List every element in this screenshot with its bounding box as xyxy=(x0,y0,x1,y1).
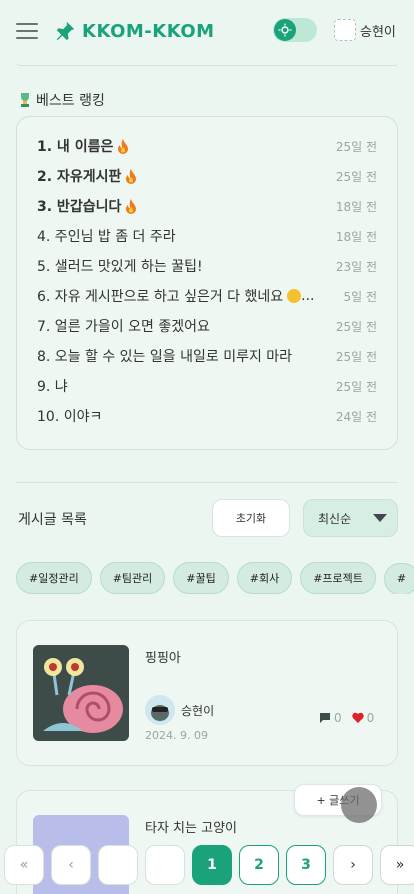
tag-chip[interactable]: #회사 xyxy=(236,562,293,594)
ranking-item-date: 18일 전 xyxy=(335,199,377,214)
ranking-item-title: 10. 이야ㅋ xyxy=(37,406,102,426)
theme-toggle[interactable] xyxy=(273,18,317,42)
ranking-card: 1. 내 이름은 25일 전 2. 자유게시판 25일 전 3. 반갑습니다 18일 전4… xyxy=(16,116,398,450)
trophy-icon xyxy=(21,93,29,107)
post-stats: 0 0 xyxy=(319,711,374,725)
tag-chip[interactable]: #일정관리 xyxy=(16,562,92,594)
ranking-item[interactable]: 9. 냐 25일 전 xyxy=(37,371,377,401)
fire-icon xyxy=(126,168,137,184)
ranking-item[interactable]: 8. 오늘 할 수 있는 일을 내일로 미루지 마라 25일 전 xyxy=(37,341,377,371)
page-placeholder xyxy=(98,845,138,885)
pagination: « ‹ 1 2 3 › » xyxy=(0,836,414,894)
ranking-item-title: 2. 자유게시판 xyxy=(37,166,137,186)
tag-chip[interactable]: # xyxy=(383,562,414,594)
pin-icon xyxy=(56,21,75,41)
ranking-item-date: 23일 전 xyxy=(335,259,377,274)
ranking-item[interactable]: 5. 샐러드 맛있게 하는 꿀팁! 23일 전 xyxy=(37,251,377,281)
ranking-item-date: 18일 전 xyxy=(335,229,377,244)
ranking-item[interactable]: 3. 반갑습니다 18일 전 xyxy=(37,191,377,221)
logo-text: KKOM-KKOM xyxy=(82,20,215,42)
sun-icon xyxy=(274,19,296,41)
post-title: 타자 치는 고양이 xyxy=(145,821,237,836)
ranking-item-text: 1. 내 이름은 xyxy=(37,139,114,155)
tag-list: #일정관리 #팀관리 #꿀팁 #회사 #프로젝트 # xyxy=(16,562,414,594)
ranking-item-text: 9. 냐 xyxy=(37,379,68,395)
post-date: 2024. 9. 09 xyxy=(145,729,208,742)
next-page-button[interactable]: › xyxy=(333,845,373,885)
page-button-2[interactable]: 2 xyxy=(239,845,279,885)
ranking-item-date: 25일 전 xyxy=(335,169,377,184)
ranking-item-date: 25일 전 xyxy=(335,349,377,364)
ranking-item-text: 2. 자유게시판 xyxy=(37,169,122,185)
fire-icon xyxy=(126,198,137,214)
page-placeholder xyxy=(145,845,185,885)
ranking-item-text: 3. 반갑습니다 xyxy=(37,199,122,215)
like-count: 0 xyxy=(366,711,375,725)
author-avatar xyxy=(145,695,175,725)
first-page-button[interactable]: « xyxy=(4,845,44,885)
post-title: 핑핑아 xyxy=(145,651,181,666)
ranking-item-date: 25일 전 xyxy=(335,139,377,154)
ranking-item-text: 5. 샐러드 맛있게 하는 꿀팁! xyxy=(37,259,203,275)
ranking-heading: 베스트 랭킹 xyxy=(18,90,105,110)
section-divider xyxy=(16,482,398,483)
ranking-item-text: 7. 얼른 가을이 오면 좋겠어요 xyxy=(37,319,210,335)
author-name: 승현이 xyxy=(181,703,215,718)
ranking-item-date: 5일 전 xyxy=(343,289,377,304)
caret-down-icon xyxy=(373,514,388,522)
ranking-item-title: 7. 얼른 가을이 오면 좋겠어요 xyxy=(37,316,210,336)
ranking-item-title: 9. 냐 xyxy=(37,376,68,396)
sort-dropdown[interactable]: 최신순 xyxy=(303,499,398,537)
ranking-item[interactable]: 2. 자유게시판 25일 전 xyxy=(37,161,377,191)
tag-chip[interactable]: #프로젝트 xyxy=(300,562,376,594)
ranking-item-title: 3. 반갑습니다 xyxy=(37,196,137,216)
post-card[interactable]: 핑핑아 승현이 2024. 9. 09 0 0 xyxy=(16,620,398,766)
smile-emoji-icon xyxy=(287,289,302,303)
ranking-item-text: 10. 이야ㅋ xyxy=(37,409,103,425)
post-thumbnail xyxy=(33,645,129,741)
tag-chip[interactable]: #팀관리 xyxy=(99,562,166,594)
app-header: KKOM-KKOM 승현이 xyxy=(0,0,414,62)
ranking-item-date: 25일 전 xyxy=(335,379,377,394)
ranking-item-text: 4. 주인님 밥 좀 더 주라 xyxy=(37,229,176,245)
ranking-item-title: 6. 자유 게시판으로 하고 싶은거 다 했네요 ... xyxy=(37,286,315,306)
avatar xyxy=(334,19,356,41)
ranking-item-text: 8. 오늘 할 수 있는 일을 내일로 미루지 마라 xyxy=(37,349,293,365)
ranking-item-date: 25일 전 xyxy=(335,319,377,334)
page-button-1[interactable]: 1 xyxy=(192,845,232,885)
ranking-item-title: 1. 내 이름은 xyxy=(37,136,129,156)
reset-button[interactable]: 초기화 xyxy=(212,499,290,537)
post-author: 승현이 xyxy=(145,695,214,725)
ranking-item[interactable]: 1. 내 이름은 25일 전 xyxy=(37,131,377,161)
logo[interactable]: KKOM-KKOM xyxy=(54,20,215,42)
sort-label: 최신순 xyxy=(318,511,352,526)
ranking-item[interactable]: 6. 자유 게시판으로 하고 싶은거 다 했네요 ... 5일 전 xyxy=(37,281,377,311)
ranking-item[interactable]: 4. 주인님 밥 좀 더 주라 18일 전 xyxy=(37,221,377,251)
prev-page-button[interactable]: ‹ xyxy=(51,845,91,885)
last-page-button[interactable]: » xyxy=(380,845,414,885)
user-menu[interactable]: 승현이 xyxy=(334,19,396,41)
ranking-title: 베스트 랭킹 xyxy=(36,93,105,109)
ranking-item-title: 4. 주인님 밥 좀 더 주라 xyxy=(37,226,176,246)
ranking-item[interactable]: 10. 이야ㅋ 24일 전 xyxy=(37,401,377,431)
ranking-item-date: 24일 전 xyxy=(335,409,377,424)
comment-icon xyxy=(320,713,330,723)
heart-icon xyxy=(351,712,364,723)
page-button-3[interactable]: 3 xyxy=(286,845,326,885)
user-name: 승현이 xyxy=(360,24,396,40)
ranking-item-text: 6. 자유 게시판으로 하고 싶은거 다 했네요 xyxy=(37,289,284,305)
header-divider xyxy=(16,62,398,66)
post-list-title: 게시글 목록 xyxy=(18,512,87,528)
ranking-item-title: 5. 샐러드 맛있게 하는 꿀팁! xyxy=(37,256,203,276)
fire-icon xyxy=(118,138,129,154)
comment-count: 0 xyxy=(334,711,342,725)
touch-indicator xyxy=(341,787,377,823)
tag-chip[interactable]: #꿀팁 xyxy=(173,562,229,594)
hamburger-menu-icon[interactable] xyxy=(16,23,38,39)
ellipsis: ... xyxy=(301,288,315,304)
ranking-item-title: 8. 오늘 할 수 있는 일을 내일로 미루지 마라 xyxy=(37,346,292,366)
ranking-item[interactable]: 7. 얼른 가을이 오면 좋겠어요 25일 전 xyxy=(37,311,377,341)
